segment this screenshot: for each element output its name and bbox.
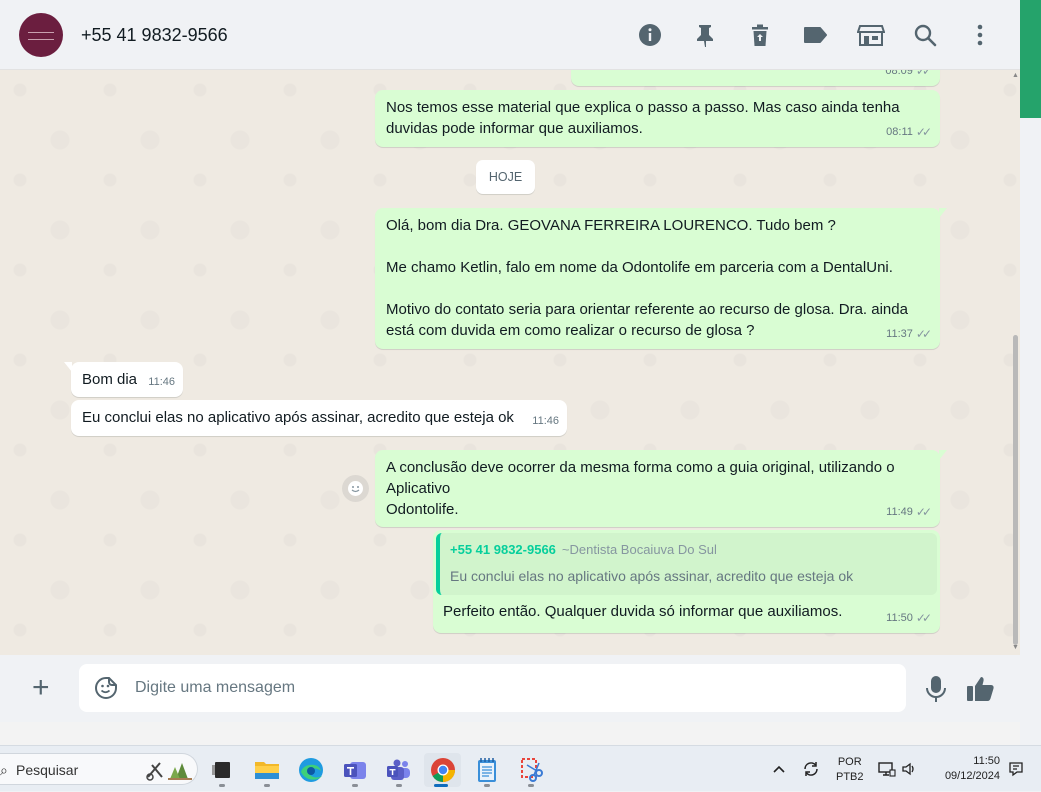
clock-date: 09/12/2024 — [944, 770, 1000, 782]
reaction-emoji-icon[interactable] — [342, 475, 369, 502]
message-time: 08:09 — [885, 70, 913, 77]
scroll-up-arrow-icon[interactable]: ▲ — [1012, 72, 1019, 79]
bubble-tail — [64, 362, 72, 372]
avatar[interactable] — [19, 13, 63, 57]
windows-taskbar: ⌕ Pesquisar POR PTB2 11:50 09/12/2024 — [0, 745, 1041, 791]
whatsapp-window: +55 41 9832-9566 08:09✓✓ Nos temos esse — [0, 0, 1020, 722]
message-text: Olá, bom dia Dra. GEOVANA FERREIRA LOURE… — [386, 217, 908, 339]
network-icon[interactable] — [878, 746, 896, 792]
read-receipt-icon: ✓✓ — [915, 505, 932, 519]
info-icon[interactable] — [637, 22, 663, 48]
message-meta: 08:09 ✓✓ — [885, 70, 932, 82]
message-meta: 11:46 — [532, 411, 559, 432]
scroll-down-arrow-icon[interactable]: ▼ — [1012, 644, 1019, 651]
language-code: POR — [837, 756, 862, 768]
taskview-icon[interactable] — [205, 753, 239, 787]
snipping-tool-icon[interactable] — [514, 753, 548, 787]
read-receipt-icon: ✓✓ — [915, 125, 932, 139]
notepad-icon[interactable] — [470, 753, 504, 787]
delete-icon[interactable] — [747, 22, 773, 48]
app-indicator — [352, 784, 358, 787]
volume-icon[interactable] — [902, 746, 918, 792]
keyboard-layout: PTB2 — [836, 771, 864, 783]
search-icon[interactable] — [912, 22, 938, 48]
label-icon[interactable] — [802, 22, 828, 48]
message-time: 11:37 — [886, 328, 913, 340]
quoted-message[interactable]: +55 41 9832-9566 ~Dentista Bocaiuva Do Su… — [436, 533, 937, 595]
message-outgoing[interactable]: Nos temos esse material que explica o pa… — [375, 90, 940, 147]
quote-pushname: ~Dentista Bocaiuva Do Sul — [561, 542, 717, 557]
pin-icon[interactable] — [692, 22, 718, 48]
message-text: Nos temos esse material que explica o pa… — [386, 99, 900, 137]
message-outgoing-reply[interactable]: +55 41 9832-9566 ~Dentista Bocaiuva Do Su… — [433, 530, 940, 633]
message-meta: 11:46 — [148, 372, 175, 393]
message-text: Perfeito então. Qualquer duvida só infor… — [443, 603, 843, 620]
taskbar-search[interactable]: ⌕ Pesquisar — [0, 753, 198, 785]
message-outgoing-partial[interactable]: 08:09 ✓✓ — [571, 70, 940, 86]
message-time: 11:46 — [148, 376, 175, 388]
app-indicator — [396, 784, 402, 787]
read-receipt-icon: ✓✓ — [915, 611, 932, 625]
background-window-accent — [1020, 0, 1041, 118]
bubble-tail — [939, 208, 947, 218]
message-outgoing[interactable]: A conclusão deve ocorrer da mesma forma … — [375, 450, 947, 527]
message-placeholder: Digite uma mensagem — [135, 679, 296, 696]
app-indicator — [219, 784, 225, 787]
desktop-gap — [0, 722, 1020, 745]
message-meta: 11:37 ✓✓ — [886, 324, 932, 345]
message-text: Eu conclui elas no aplicativo após assin… — [82, 409, 514, 426]
chat-scrollbar[interactable]: ▲ ▼ — [1011, 70, 1020, 655]
message-time: 11:49 — [886, 506, 913, 518]
app-indicator — [434, 784, 448, 787]
app-indicator — [484, 784, 490, 787]
read-receipt-icon: ✓✓ — [915, 327, 932, 341]
teams-icon[interactable] — [382, 753, 416, 787]
scroll-thumb[interactable] — [1013, 335, 1018, 645]
message-meta: 11:50 ✓✓ — [886, 608, 932, 629]
quote-header: +55 41 9832-9566 ~Dentista Bocaiuva Do Su… — [450, 539, 927, 560]
date-separator: HOJE — [476, 160, 535, 194]
catalog-icon[interactable] — [856, 22, 886, 48]
file-explorer-icon[interactable] — [250, 753, 284, 787]
system-clock[interactable]: 11:50 09/12/2024 — [930, 754, 1000, 784]
message-composer: + Digite uma mensagem — [0, 655, 1020, 722]
message-outgoing[interactable]: Olá, bom dia Dra. GEOVANA FERREIRA LOURE… — [375, 208, 947, 349]
message-time: 11:46 — [532, 415, 559, 427]
edge-browser-icon[interactable] — [294, 753, 328, 787]
clock-time: 11:50 — [973, 755, 1000, 767]
quote-sender: +55 41 9832-9566 — [450, 542, 556, 557]
contact-name[interactable]: +55 41 9832-9566 — [81, 25, 228, 46]
message-meta: 08:11 ✓✓ — [886, 122, 932, 143]
message-meta: 11:49 ✓✓ — [886, 502, 932, 523]
menu-icon[interactable] — [967, 22, 993, 48]
teams-classic-icon[interactable] — [338, 753, 372, 787]
message-time: 11:50 — [886, 612, 913, 624]
chrome-icon[interactable] — [424, 753, 461, 787]
notifications-icon[interactable] — [1008, 746, 1024, 792]
sync-icon[interactable] — [801, 746, 821, 792]
background-window-edge — [1020, 0, 1041, 745]
show-hidden-icons-chevron-icon[interactable] — [772, 746, 786, 792]
bubble-tail — [939, 450, 947, 460]
search-highlight-icon — [146, 759, 192, 781]
app-indicator — [264, 784, 270, 787]
microphone-icon[interactable] — [924, 675, 948, 703]
search-label: Pesquisar — [16, 762, 79, 778]
sticker-icon[interactable] — [94, 676, 118, 700]
message-text: A conclusão deve ocorrer da mesma forma … — [386, 459, 895, 518]
message-incoming[interactable]: Eu conclui elas no aplicativo após assin… — [71, 400, 567, 436]
search-icon: ⌕ — [0, 762, 8, 778]
message-incoming[interactable]: Bom dia 11:46 — [64, 362, 183, 397]
quote-text: Eu conclui elas no aplicativo após assin… — [450, 568, 854, 584]
message-input[interactable]: Digite uma mensagem — [79, 664, 906, 712]
read-receipt-icon: ✓✓ — [915, 70, 932, 78]
message-list[interactable]: 08:09 ✓✓ Nos temos esse material que expl… — [0, 70, 1020, 655]
message-time: 08:11 — [886, 126, 913, 138]
chat-header: +55 41 9832-9566 — [0, 0, 1020, 70]
app-indicator — [528, 784, 534, 787]
input-language[interactable]: POR PTB2 — [836, 755, 864, 785]
thumbs-up-icon[interactable] — [965, 674, 995, 704]
attach-plus-icon[interactable]: + — [32, 673, 50, 703]
